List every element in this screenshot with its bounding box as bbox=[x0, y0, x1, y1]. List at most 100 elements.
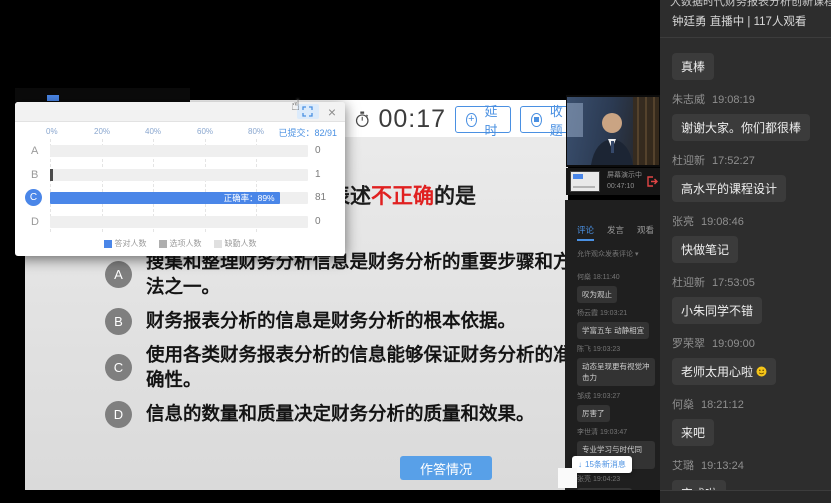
chat-input-area-cropped[interactable] bbox=[660, 490, 831, 503]
legend-absent: 缺勤人数 bbox=[214, 238, 257, 249]
legend-swatch-gray bbox=[159, 240, 167, 248]
options-list: A 搜集和整理财务分析信息是财务分析的重要步骤和方法之一。 B 财务报表分析的信… bbox=[105, 250, 577, 436]
close-icon[interactable]: × bbox=[325, 105, 339, 119]
strip-msg-meta: 李世清 19:03:47 bbox=[577, 427, 660, 437]
top-black-bar bbox=[15, 88, 190, 102]
legend-option: 选项人数 bbox=[159, 238, 202, 249]
chart-row-c: C 正确率：89% 81 bbox=[15, 191, 345, 205]
option-a-text: 搜集和整理财务分析信息是财务分析的重要步骤和方法之一。 bbox=[146, 250, 577, 300]
fullscreen-icon bbox=[302, 106, 313, 117]
chat-message-list[interactable]: 真棒 朱志威19:08:19 谢谢大家。你们都很棒 杜迎新17:52:27 高水… bbox=[660, 38, 831, 503]
results-bar-chart: 0% 20% 40% 60% 80% 已提交：82/91 A 0 B 1 C bbox=[15, 122, 345, 254]
row-a-label: A bbox=[31, 145, 38, 157]
row-d-count: 0 bbox=[315, 216, 341, 227]
white-thumbnail bbox=[558, 468, 577, 488]
row-b-track bbox=[50, 169, 308, 181]
question-title: 表述不正确的是 bbox=[329, 180, 476, 210]
live-chat-panel: 大数据时代财务报表分析创新课程直播 钟廷勇 直播中 | 117人观看 真棒 朱志… bbox=[660, 0, 831, 503]
screen-share-meta: 屏幕演示中 00:47:10 bbox=[607, 171, 642, 192]
strip-msg-meta: 张亮 19:04:23 bbox=[577, 474, 660, 484]
chat-bubble: 来吧 bbox=[672, 419, 714, 446]
submitted-count: 已提交：82/91 bbox=[278, 126, 337, 139]
stop-share-icon[interactable] bbox=[647, 176, 658, 190]
row-b-bar bbox=[50, 169, 53, 181]
option-d-badge: D bbox=[105, 401, 132, 428]
strip-tabs: 评论 发言 观看 bbox=[565, 200, 660, 241]
option-a: A 搜集和整理财务分析信息是财务分析的重要步骤和方法之一。 bbox=[105, 250, 577, 300]
strip-msg-meta: 邹成 19:03:27 bbox=[577, 391, 660, 401]
screen-share-duration: 00:47:10 bbox=[607, 182, 642, 193]
row-a-track bbox=[50, 145, 308, 157]
thumbnail-chart-fragment bbox=[573, 174, 583, 179]
smiley-emoji-icon bbox=[756, 366, 767, 377]
chat-meta: 杜迎新17:52:27 bbox=[672, 152, 819, 168]
chat-bubble: 真棒 bbox=[672, 53, 714, 80]
legend-swatch-light bbox=[214, 240, 222, 248]
extend-time-label: 延时 bbox=[482, 101, 501, 139]
tab-viewers[interactable]: 观看 bbox=[637, 224, 654, 241]
chat-bubble: 谢谢大家。你们都很棒 bbox=[672, 114, 810, 141]
tab-speak[interactable]: 发言 bbox=[607, 224, 624, 241]
strip-msg-bubble: 动态呈现更有视觉冲击力 bbox=[577, 358, 655, 386]
x-tick-60: 60% bbox=[197, 127, 213, 136]
strip-msg-bubble: 叹为观止 bbox=[577, 286, 617, 303]
stream-header: 钟廷勇 直播中 | 117人观看 bbox=[660, 8, 831, 29]
presenter-silhouette bbox=[567, 97, 659, 165]
mouse-hand-cursor: ☝ bbox=[291, 96, 300, 114]
legend-swatch-blue bbox=[104, 240, 112, 248]
answer-status-button[interactable]: 作答情况 bbox=[400, 456, 492, 480]
chart-legend: 答对人数 选项人数 缺勤人数 bbox=[15, 238, 345, 249]
new-messages-tooltip[interactable]: ↓ 15条新消息 bbox=[572, 456, 632, 473]
allow-comments-dropdown[interactable]: 允许观众发表评论 ▾ bbox=[565, 241, 660, 259]
strip-msg-bubble: 学富五车 动静相宜 bbox=[577, 322, 649, 339]
option-c-badge: C bbox=[105, 354, 132, 381]
option-c-text: 使用各类财务报表分析的信息能够保证财务分析的准确性。 bbox=[146, 343, 577, 393]
thumbnail-line-fragment bbox=[573, 186, 595, 188]
screen-share-thumbnail[interactable] bbox=[570, 171, 600, 192]
chat-meta: 张亮19:08:46 bbox=[672, 213, 819, 229]
row-a-count: 0 bbox=[315, 145, 341, 156]
chat-bubble: 小朱同学不错 bbox=[672, 297, 762, 324]
stopwatch-icon bbox=[355, 109, 369, 130]
option-d: D 信息的数量和质量决定财务分析的质量和效果。 bbox=[105, 401, 577, 428]
chart-row-a: A 0 bbox=[15, 144, 345, 158]
option-b-text: 财务报表分析的信息是财务分析的根本依据。 bbox=[146, 309, 516, 334]
chat-meta: 艾璐19:13:24 bbox=[672, 457, 819, 473]
collect-answers-label: 收题 bbox=[547, 101, 566, 139]
row-b-count: 1 bbox=[315, 169, 341, 180]
chevron-down-icon: ▾ bbox=[635, 251, 639, 258]
strip-msg-meta: 杨云霞 19:03:21 bbox=[577, 308, 660, 318]
correct-rate-label: 正确率：89% bbox=[224, 192, 275, 204]
stream-title-cropped: 大数据时代财务报表分析创新课程直播 bbox=[660, 0, 831, 8]
strip-msg-bubble: 厉害了 bbox=[577, 405, 610, 422]
presenter-video[interactable] bbox=[566, 95, 660, 167]
question-text-highlight: 不正确 bbox=[371, 185, 434, 208]
screen-share-row: 屏幕演示中 00:47:10 bbox=[566, 168, 660, 195]
screen-share-label: 屏幕演示中 bbox=[607, 171, 642, 182]
live-class-window: 00:17 + 延时 收题 表述不正确的是 A 搜集和整理财务分析信息是财务分析… bbox=[0, 0, 831, 503]
tab-comments[interactable]: 评论 bbox=[577, 224, 594, 241]
chat-meta: 何燊18:21:12 bbox=[672, 396, 819, 412]
chart-row-b: B 1 bbox=[15, 168, 345, 182]
x-tick-40: 40% bbox=[145, 127, 161, 136]
comment-strip-panel[interactable]: 评论 发言 观看 允许观众发表评论 ▾ 何燊 18:11:40 叹为观止 杨云霞… bbox=[565, 200, 660, 490]
presenter-video-frame bbox=[567, 97, 659, 165]
down-arrow-icon: ↓ bbox=[578, 460, 582, 469]
legend-answered: 答对人数 bbox=[104, 238, 147, 249]
chat-meta: 杜迎新17:53:05 bbox=[672, 274, 819, 290]
strip-msg-bubble: 一丝不苟别致 bbox=[577, 488, 632, 490]
option-a-badge: A bbox=[105, 261, 132, 288]
chat-bubble: 老师太用心啦 bbox=[672, 358, 776, 385]
x-tick-20: 20% bbox=[94, 127, 110, 136]
chat-meta: 朱志威19:08:19 bbox=[672, 91, 819, 107]
row-c-correct-badge: C bbox=[25, 189, 42, 206]
accent-bar bbox=[47, 95, 59, 101]
option-b-badge: B bbox=[105, 308, 132, 335]
extend-time-button[interactable]: + 延时 bbox=[455, 106, 511, 133]
chat-bubble: 快做笔记 bbox=[672, 236, 738, 263]
stop-circle-icon bbox=[531, 113, 542, 127]
row-c-count: 81 bbox=[315, 192, 341, 203]
row-d-label: D bbox=[31, 216, 39, 228]
option-c: C 使用各类财务报表分析的信息能够保证财务分析的准确性。 bbox=[105, 343, 577, 393]
quiz-results-popup: × ☝ 0% 20% 40% 60% 80% 已提交：82/91 A 0 B 1 bbox=[15, 102, 345, 256]
